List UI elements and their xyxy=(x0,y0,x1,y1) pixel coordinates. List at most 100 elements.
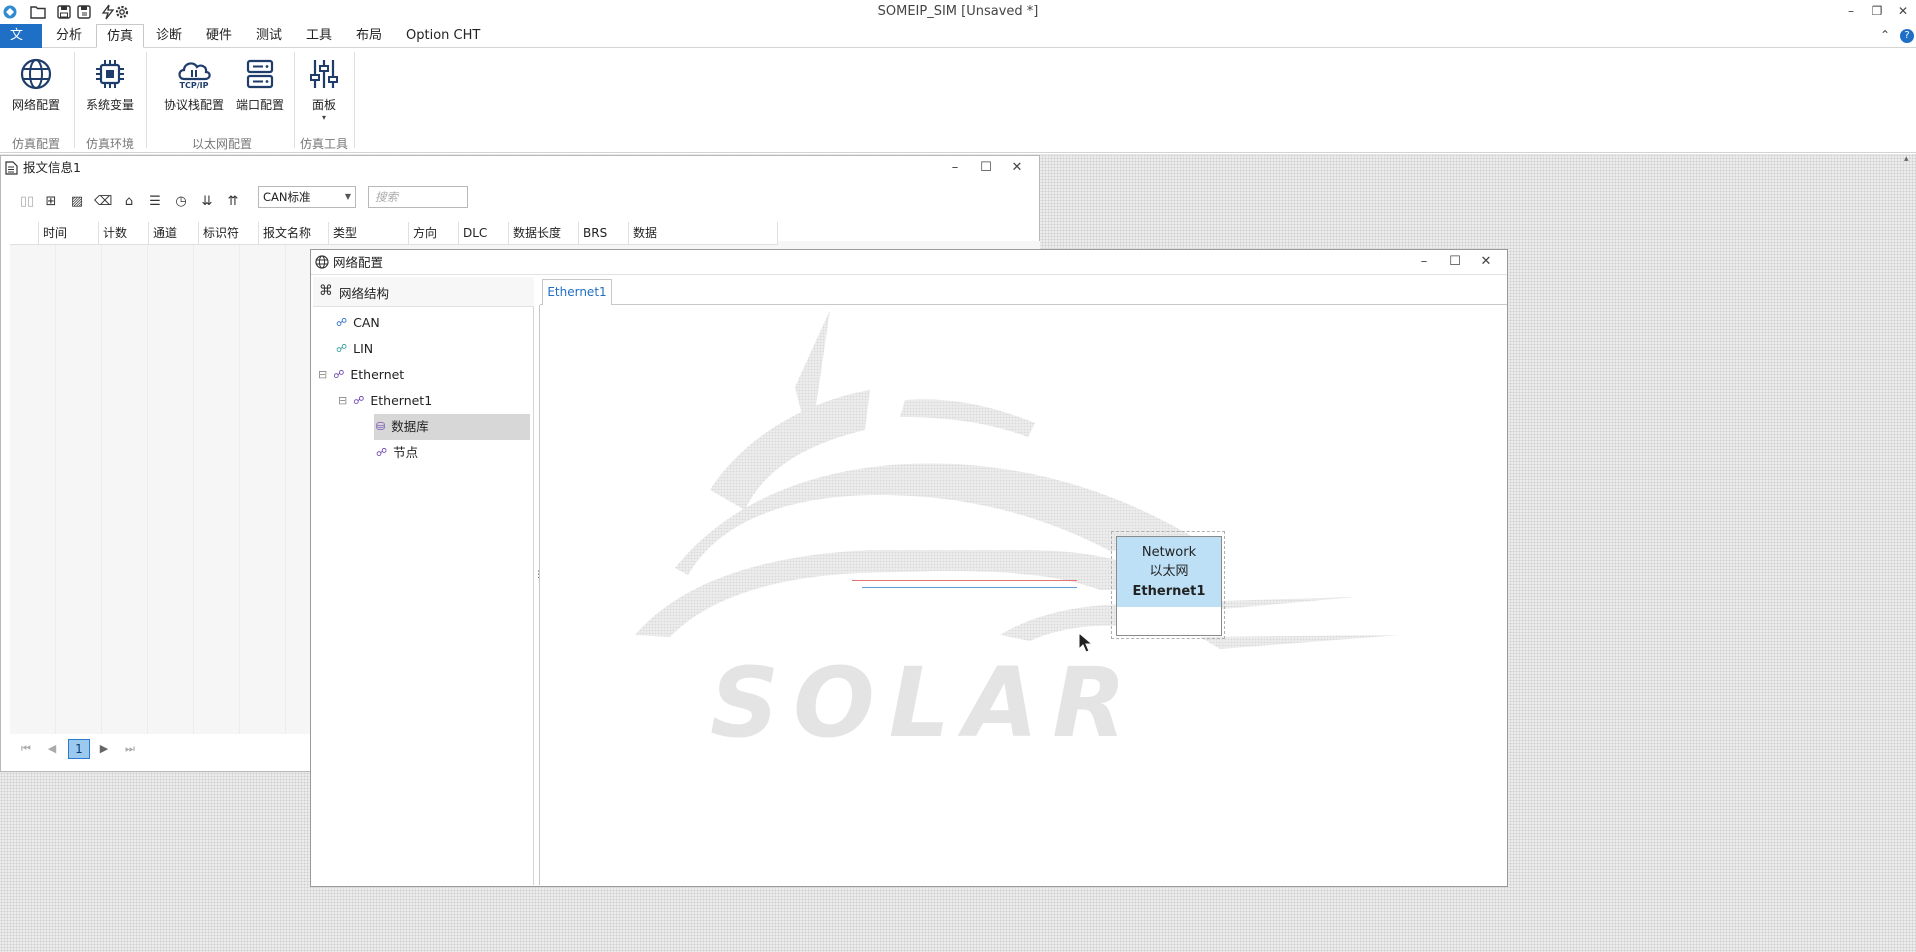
message-window-title: 报文信息1 xyxy=(1,156,1039,180)
protocol-stack-label: 协议栈配置 xyxy=(163,98,224,112)
node-icon: ☍ xyxy=(336,316,348,329)
grid-lines xyxy=(10,244,310,734)
col-direction[interactable]: 方向 xyxy=(408,222,458,244)
search-input[interactable]: 搜索 xyxy=(368,186,468,208)
connection-line-blue xyxy=(862,587,1077,588)
align-icon[interactable]: ☰ xyxy=(146,193,164,211)
col-type[interactable]: 类型 xyxy=(328,222,408,244)
last-page-icon[interactable]: ⏭ xyxy=(122,741,138,757)
group-separator xyxy=(354,52,355,148)
cloud-tcp-icon: TCP/IP xyxy=(174,54,214,94)
message-window-maximize[interactable]: ☐ xyxy=(976,159,996,177)
col-data-length[interactable]: 数据长度 xyxy=(508,222,578,244)
next-page-icon[interactable]: ▶ xyxy=(96,741,112,757)
bank-icon[interactable]: ⌂ xyxy=(120,193,138,211)
node-icon: ☍ xyxy=(336,342,348,355)
scroll-up-icon[interactable]: ▴ xyxy=(1904,154,1916,164)
tree-item-label: LIN xyxy=(353,341,374,356)
menu-bar: 文件 分析 仿真 诊断 硬件 测试 工具 布局 Option CHT ⌃ ? xyxy=(0,24,1916,67)
group-sim-config: 仿真配置 xyxy=(11,137,60,151)
database-icon: ⛁ xyxy=(376,420,386,433)
system-variables-label: 系统变量 xyxy=(85,98,134,112)
group-separator xyxy=(294,52,295,148)
tree-item-nodes[interactable]: ☍ 节点 xyxy=(376,442,418,464)
help-icon[interactable]: ? xyxy=(1900,29,1914,43)
menu-file[interactable]: 文件 xyxy=(0,24,42,67)
tree-item-lin[interactable]: ☍ LIN xyxy=(336,338,373,360)
export-icon[interactable]: ⇈ xyxy=(224,193,242,211)
server-icon xyxy=(240,54,280,94)
col-time[interactable]: 时间 xyxy=(38,222,98,244)
page-number[interactable]: 1 xyxy=(68,739,90,759)
eraser-icon[interactable]: ⌫ xyxy=(94,193,112,211)
port-config-button[interactable]: 端口配置 xyxy=(232,54,288,113)
connection-line-red xyxy=(852,580,1077,581)
tree-item-ethernet[interactable]: ⊟ ☍ Ethernet xyxy=(318,364,404,386)
mouse-cursor-icon xyxy=(1078,632,1094,653)
tcp-ip-text: TCP/IP xyxy=(179,80,209,90)
menu-layout[interactable]: 布局 xyxy=(346,24,392,48)
menu-tools[interactable]: 工具 xyxy=(296,24,342,48)
protocol-stack-button[interactable]: TCP/IP 协议栈配置 xyxy=(156,54,232,113)
import-icon[interactable]: ⇊ xyxy=(198,193,216,211)
menu-simulation[interactable]: 仿真 xyxy=(96,24,145,48)
message-window-close[interactable]: ✕ xyxy=(1007,159,1027,177)
add-icon[interactable]: ⊞ xyxy=(42,193,60,211)
col-data[interactable]: 数据 xyxy=(628,222,778,244)
chip-icon xyxy=(90,54,130,94)
watermark-text: SOLAR xyxy=(710,647,1141,759)
menu-diagnostics[interactable]: 诊断 xyxy=(146,24,192,48)
col-count[interactable]: 计数 xyxy=(98,222,148,244)
network-window-maximize[interactable]: ☐ xyxy=(1445,253,1465,271)
network-config-button[interactable]: 网络配置 xyxy=(6,54,66,113)
network-window-minimize[interactable]: – xyxy=(1414,253,1434,271)
menu-hardware[interactable]: 硬件 xyxy=(196,24,242,48)
title-bar: SOMEIP_SIM [Unsaved *] – ❐ ✕ xyxy=(0,0,1916,24)
sliders-icon xyxy=(304,54,344,94)
tree-item-ethernet1[interactable]: ⊟ ☍ Ethernet1 xyxy=(338,390,432,412)
network-window-close[interactable]: ✕ xyxy=(1476,253,1496,271)
tab-ethernet1[interactable]: Ethernet1 xyxy=(542,279,612,306)
port-config-label: 端口配置 xyxy=(235,98,284,112)
network-node-kind: 以太网 xyxy=(1149,564,1189,579)
network-config-label: 网络配置 xyxy=(11,98,60,112)
col-id[interactable]: 标识符 xyxy=(198,222,258,244)
tree-item-can[interactable]: ☍ CAN xyxy=(336,312,380,334)
filter-select[interactable]: CAN标准 ▼ xyxy=(258,186,356,208)
group-separator xyxy=(146,52,147,148)
menu-test[interactable]: 测试 xyxy=(246,24,292,48)
node-icon: ☍ xyxy=(353,394,365,407)
col-brs[interactable]: BRS xyxy=(578,222,628,244)
col-channel[interactable]: 通道 xyxy=(148,222,198,244)
col-dlc[interactable]: DLC xyxy=(458,222,508,244)
restore-button[interactable]: ❐ xyxy=(1866,2,1888,20)
menu-option[interactable]: Option CHT xyxy=(396,24,490,48)
tree-item-label: Ethernet1 xyxy=(370,393,433,408)
first-page-icon[interactable]: ⏮ xyxy=(18,741,34,757)
prev-page-icon[interactable]: ◀ xyxy=(44,741,60,757)
clock-icon[interactable]: ◷ xyxy=(172,193,190,211)
panel-label: 面板 xyxy=(311,98,336,112)
system-variables-button[interactable]: 系统变量 xyxy=(80,54,140,113)
splitter-handle[interactable]: ⋮ xyxy=(534,571,543,589)
col-msg-name[interactable]: 报文名称 xyxy=(258,222,328,244)
pause-icon[interactable]: ▯▯ xyxy=(18,193,36,211)
expander-icon[interactable]: ⊟ xyxy=(318,364,327,386)
close-button[interactable]: ✕ xyxy=(1892,2,1914,20)
expander-icon[interactable]: ⊟ xyxy=(338,390,347,412)
network-node[interactable]: Network 以太网 Ethernet1 xyxy=(1116,536,1222,636)
globe-icon xyxy=(16,54,56,94)
network-window-title: 网络配置 xyxy=(311,250,1507,275)
message-window-minimize[interactable]: – xyxy=(945,159,965,177)
group-sim-env: 仿真环境 xyxy=(85,137,134,151)
image-icon[interactable]: ▨ xyxy=(68,193,86,211)
network-canvas[interactable]: SOLAR Network 以太网 Ethernet1 xyxy=(539,305,1507,885)
tree-item-label: CAN xyxy=(353,315,380,330)
menu-analysis[interactable]: 分析 xyxy=(46,24,92,48)
tree-item-database[interactable]: ⛁ 数据库 xyxy=(376,416,429,438)
network-node-name: Ethernet1 xyxy=(1132,584,1206,599)
collapse-ribbon-icon[interactable]: ⌃ xyxy=(1880,28,1890,42)
panel-button[interactable]: 面板 ▾ xyxy=(302,54,346,122)
minimize-button[interactable]: – xyxy=(1840,2,1862,20)
chevron-down-icon: ▼ xyxy=(344,192,351,201)
